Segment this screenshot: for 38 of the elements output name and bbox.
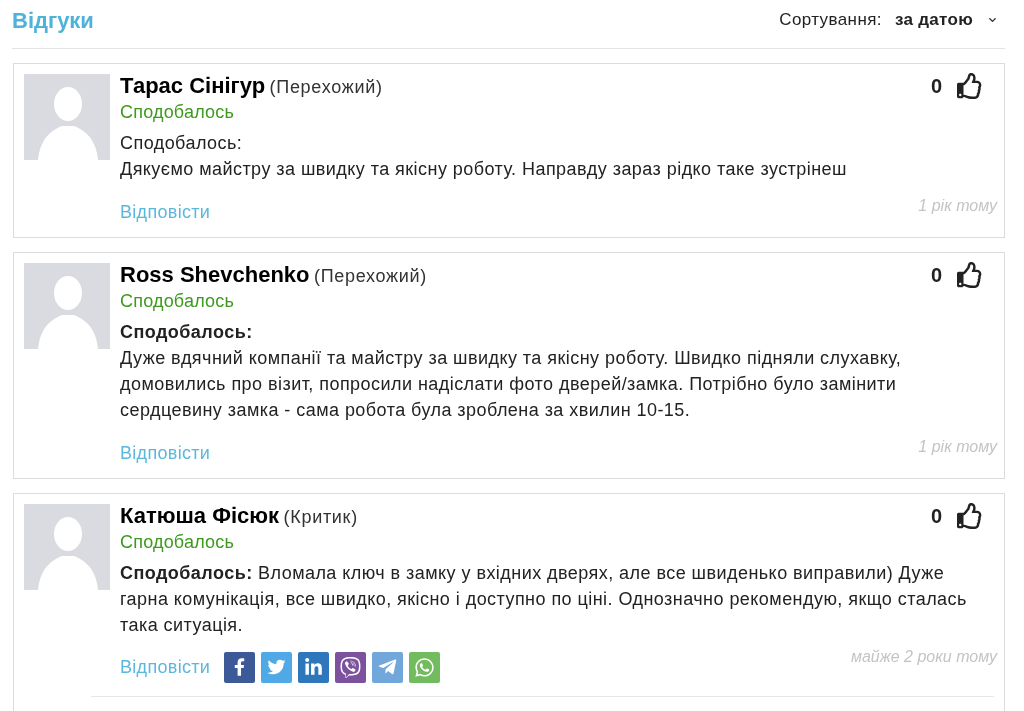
reviews-heading: Відгуки	[12, 6, 94, 35]
like-count: 0	[930, 74, 942, 99]
review-verdict: Сподобалось	[120, 290, 235, 313]
review-date: 1 рік тому	[918, 196, 997, 216]
linkedin-icon	[304, 657, 324, 677]
review-verdict: Сподобалось	[120, 531, 235, 554]
facebook-icon	[234, 657, 246, 677]
whatsapp-icon	[414, 656, 436, 678]
like-count: 0	[930, 504, 942, 529]
twitter-share-button[interactable]	[261, 651, 293, 683]
viber-icon	[340, 656, 362, 678]
chevron-down-icon	[987, 16, 998, 24]
telegram-icon	[378, 657, 398, 677]
sort-dropdown[interactable]: за датою	[894, 7, 998, 33]
reviewer-name: Катюша Фісюк	[120, 503, 280, 528]
reviewer-name: Тарас Сінігур	[120, 73, 266, 98]
review-text: Сподобалось: Дуже вдячний компанії та майстру за швидку та якісну роботу. Швидко підняли слухавку, домовились про візит, попросили надіслати фото дверей/замка. Потрібно було замінити сердцевину замка - сама робота була зроблена за хвилин 10-15.	[120, 321, 903, 422]
reply-link[interactable]: Відповісти	[120, 441, 211, 465]
twitter-icon	[266, 658, 288, 676]
review-text: Сподобалось: Дякуємо майстру за швидку та якісну роботу. Направду зараз рідко таке зустрінеш	[120, 132, 848, 181]
thumbs-up-icon[interactable]	[957, 73, 983, 99]
viber-share-button[interactable]	[335, 651, 367, 683]
reviewer-role: (Перехожий)	[269, 77, 383, 97]
review-date: майже 2 роки тому	[851, 647, 997, 667]
linkedin-share-button[interactable]	[298, 651, 330, 683]
reply-link[interactable]: Відповісти	[120, 651, 211, 683]
review-date: 1 рік тому	[918, 437, 997, 457]
sort-label: Сортування:	[779, 9, 882, 32]
facebook-share-button[interactable]	[224, 651, 256, 683]
reviewer-name: Ross Shevchenko	[120, 262, 310, 287]
review-verdict: Сподобалось	[120, 101, 235, 124]
reviewer-role: (Перехожий)	[313, 266, 427, 286]
reply-link[interactable]: Відповісти	[120, 200, 211, 224]
review-text: Сподобалось: Вломала ключ в замку у вхідних дверях, але все швиденько виправили) Дуже гарна комунікація, все швидко, якісно і доступно по ціні. Однозначно рекомендую, якщо сталась така ситуація.	[120, 562, 968, 637]
like-count: 0	[930, 263, 942, 288]
thumbs-up-icon[interactable]	[957, 503, 983, 529]
reviewer-role: (Критик)	[283, 507, 358, 527]
thumbs-up-icon[interactable]	[957, 262, 983, 288]
